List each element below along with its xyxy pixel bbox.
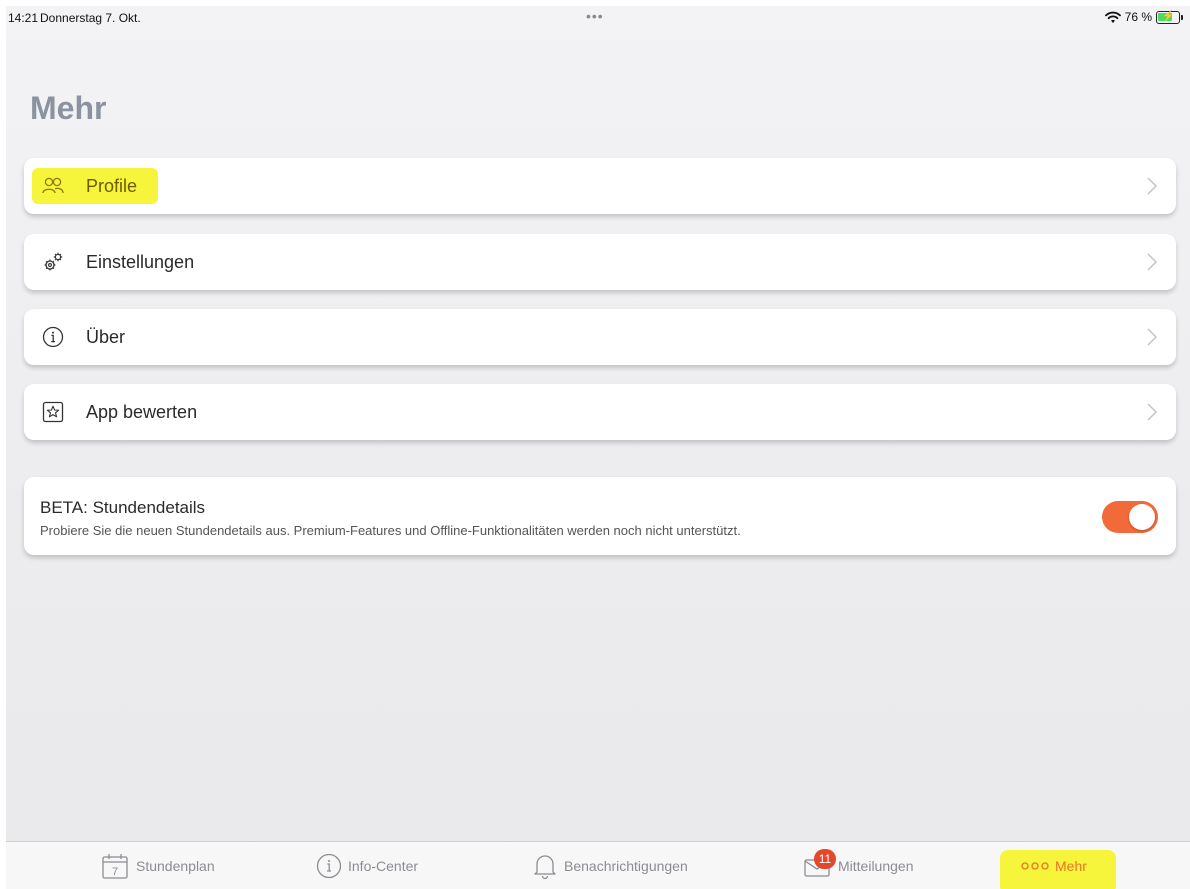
toggle-knob[interactable] (1129, 504, 1155, 530)
status-right: 76 % ⚡ (1104, 10, 1183, 24)
tab-info-center[interactable]: Info-Center (316, 842, 418, 889)
menu-item-label: App bewerten (86, 401, 198, 422)
more-icon (1021, 862, 1049, 870)
charging-bolt-icon: ⚡ (1162, 10, 1175, 22)
chevron-right-icon (1147, 328, 1158, 346)
menu-item-app-bewerten[interactable]: App bewerten (24, 384, 1176, 440)
wifi-icon (1104, 11, 1121, 23)
status-time: 14:21 (8, 11, 39, 25)
gears-icon (42, 251, 64, 273)
bell-icon (534, 855, 556, 880)
page-title: Mehr (30, 90, 107, 126)
menu-item-profile[interactable]: Profile (24, 158, 1176, 214)
star-icon (42, 401, 64, 423)
info-icon (316, 853, 342, 879)
battery-percent: 76 % (1124, 10, 1152, 24)
menu-item-einstellungen[interactable]: Einstellungen (24, 234, 1176, 290)
mail-icon-wrapper: 11 (802, 849, 836, 881)
tab-bar: 7 Stundenplan Info-Center Benachrichtigu… (6, 841, 1190, 889)
beta-title: BETA: Stundendetails (40, 498, 206, 517)
multitasking-dots-icon[interactable]: ••• (586, 8, 604, 24)
tab-benachrichtigungen[interactable]: Benachrichtigungen (532, 842, 688, 889)
beta-toggle[interactable] (1102, 501, 1158, 533)
menu-item-ueber[interactable]: Über (24, 309, 1176, 365)
menu-item-label: Einstellungen (86, 251, 195, 272)
tab-stundenplan[interactable]: 7 Stundenplan (100, 842, 215, 889)
battery-icon: ⚡ (1156, 10, 1183, 24)
info-icon (42, 326, 64, 348)
status-date: Donnerstag 7. Okt. (40, 11, 141, 25)
menu-item-label: Über (86, 326, 126, 347)
chevron-right-icon (1147, 177, 1158, 195)
calendar-icon: 7 (102, 854, 128, 879)
beta-stundendetails-card: BETA: Stundendetails Probiere Sie die ne… (24, 477, 1176, 555)
tab-label: Info-Center (348, 858, 419, 874)
screen: 14:21 Donnerstag 7. Okt. ••• 76 % ⚡ Mehr (6, 6, 1190, 889)
tab-label: Mehr (1055, 858, 1087, 874)
status-bar: 14:21 Donnerstag 7. Okt. ••• 76 % ⚡ (6, 6, 1190, 32)
profile-icon (42, 175, 64, 197)
tab-label: Stundenplan (136, 858, 215, 874)
tab-label: Benachrichtigungen (564, 858, 688, 874)
tab-mehr[interactable]: Mehr (1021, 842, 1087, 889)
chevron-right-icon (1147, 253, 1158, 271)
unread-badge: 11 (814, 849, 836, 869)
tab-mitteilungen[interactable]: 11 Mitteilungen (802, 842, 914, 889)
tab-label: Mitteilungen (838, 858, 914, 874)
calendar-day-number: 7 (112, 866, 118, 878)
menu-item-label: Profile (86, 175, 138, 196)
chevron-right-icon (1147, 403, 1158, 421)
beta-description: Probiere Sie die neuen Stundendetails au… (40, 523, 741, 538)
